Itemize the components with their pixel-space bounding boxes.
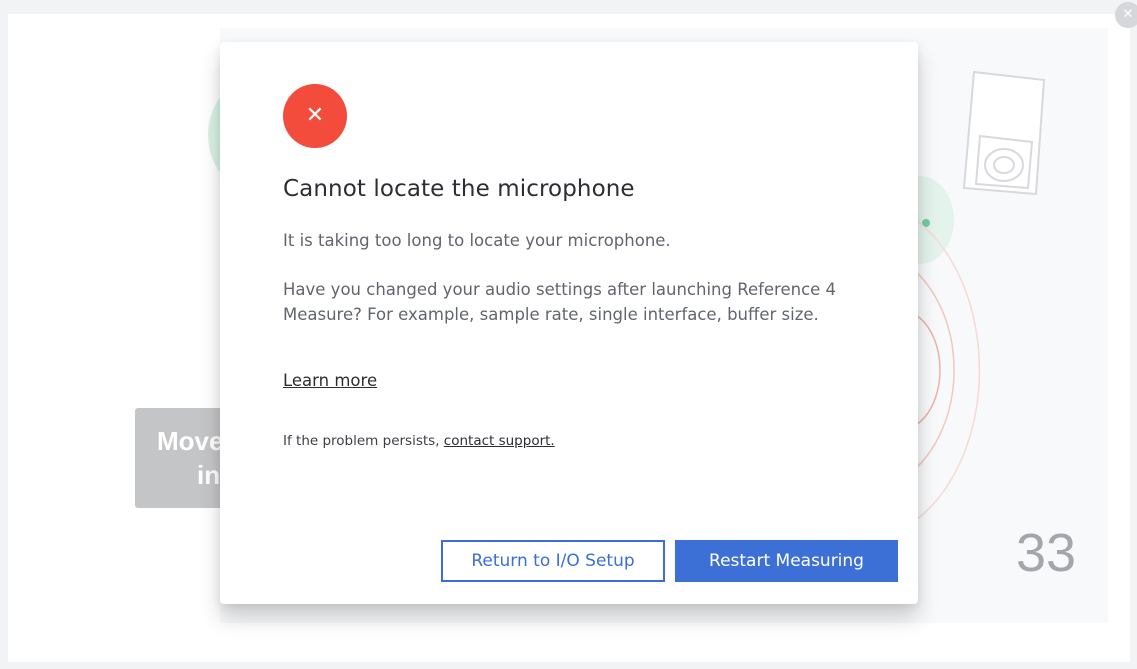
countdown-timer: 33 [1016,523,1077,583]
dialog-details: Have you changed your audio settings aft… [283,280,837,324]
return-to-io-setup-button[interactable]: Return to I/O Setup [441,540,665,582]
support-prefix: If the problem persists, [283,433,444,449]
dialog-message: It is taking too long to locate your mic… [283,231,671,250]
error-icon: ✕ [283,84,347,148]
window-close-icon[interactable]: ✕ [1115,2,1137,28]
restart-measuring-button[interactable]: Restart Measuring [675,540,898,582]
learn-more-link[interactable]: Learn more [283,371,377,390]
contact-support-link[interactable]: contact support. [444,433,555,449]
dialog-title: Cannot locate the microphone [283,176,635,202]
error-dialog: ✕ Cannot locate the microphone It is tak… [220,42,918,604]
support-text: If the problem persists, contact support… [283,433,555,449]
